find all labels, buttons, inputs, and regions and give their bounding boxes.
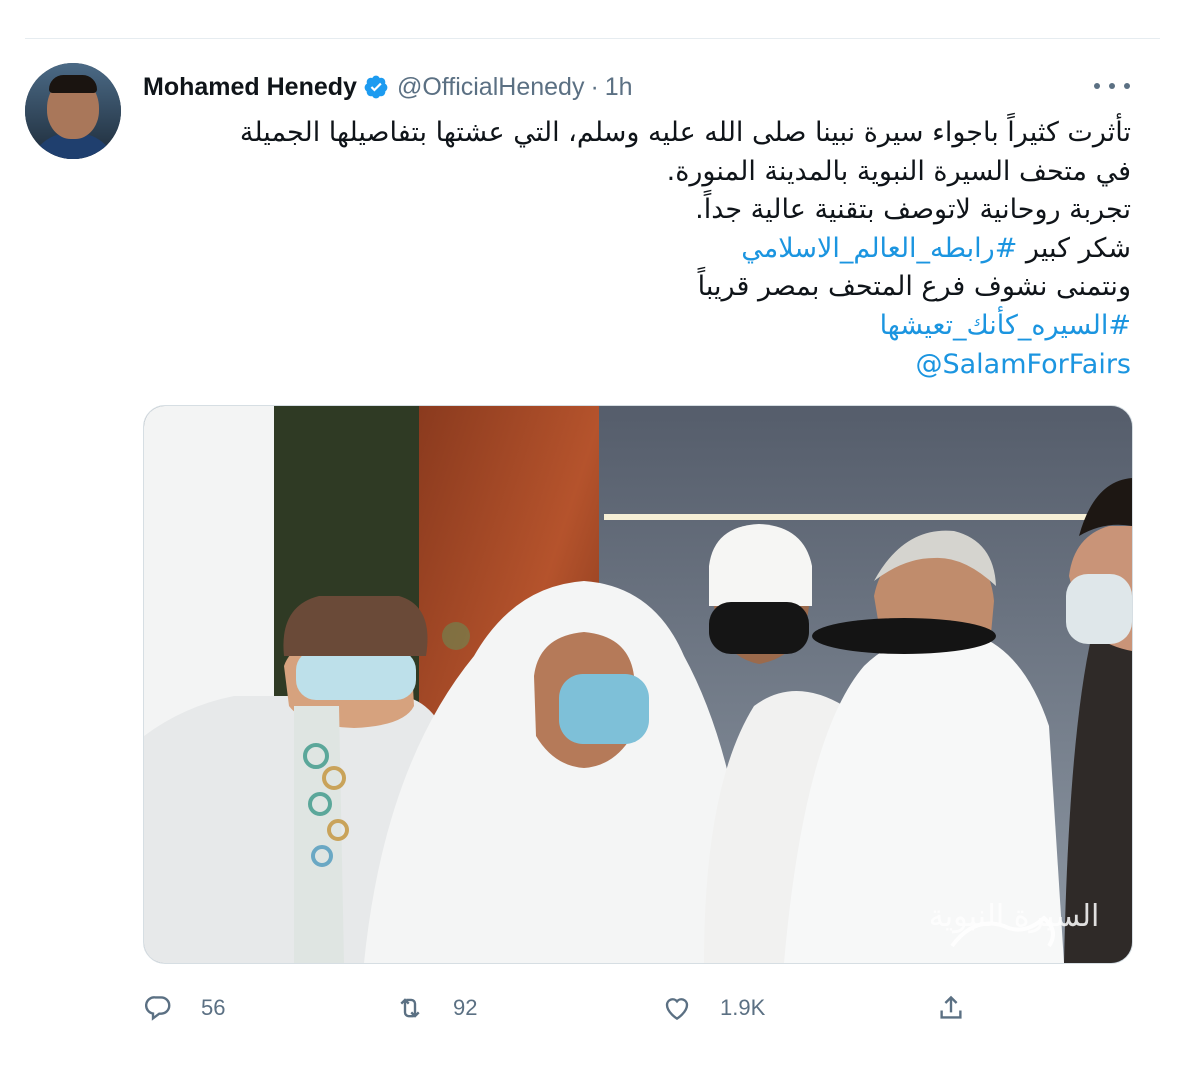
like-button[interactable]: 1.9K [662, 985, 765, 1031]
mention-link[interactable]: @SalamForFairs [916, 346, 1132, 385]
reply-icon [144, 996, 171, 1021]
share-button[interactable] [936, 985, 966, 1031]
author-handle[interactable]: @OfficialHenedy [397, 73, 585, 102]
tweet-text-line-7: @SalamForFairs [143, 346, 1132, 385]
reply-count: 56 [201, 995, 226, 1020]
retweet-button[interactable]: 92 [395, 985, 477, 1031]
tweet-header: Mohamed Henedy @OfficialHenedy · 1h [143, 69, 633, 105]
tweet-text-line-4: شكر كبير #رابطه_العالم_الاسلامي [143, 230, 1131, 269]
top-divider [25, 38, 1160, 39]
verified-badge-icon [363, 74, 389, 100]
tweet-text-line-3: تجربة روحانية لاتوصف بتقنية عالية جداً. [695, 194, 1131, 226]
tweet-text-line-2: في متحف السيرة النبوية بالمدينة المنورة. [666, 155, 1131, 187]
tweet-text: تأثرت كثيراً باجواء سيرة نبينا صلى الله … [143, 114, 1131, 384]
tweet-text-line-5: ونتمنى نشوف فرع المتحف بمصر قريباً [697, 271, 1131, 303]
photo-signature: السيرة النبوية [929, 899, 1100, 934]
hashtag-link-1[interactable]: #رابطه_العالم_الاسلامي [741, 233, 1017, 264]
share-icon [940, 995, 962, 1019]
retweet-count: 92 [453, 995, 478, 1020]
reply-button[interactable]: 56 [143, 985, 225, 1031]
thanks-text: شكر كبير [1017, 232, 1131, 264]
tweet-photo[interactable]: السيرة النبوية [143, 405, 1133, 964]
tweet-text-line-6: #السيره_كأنك_تعيشها [143, 307, 1131, 346]
hashtag-link-2[interactable]: #السيره_كأنك_تعيشها [880, 310, 1131, 341]
like-icon [665, 998, 689, 1021]
tweet-actions: 56 92 1.9K [143, 985, 1131, 1031]
like-count: 1.9K [720, 995, 766, 1020]
photo-scene: السيرة النبوية [144, 406, 1132, 963]
avatar[interactable] [25, 63, 121, 159]
more-icon[interactable] [1094, 76, 1130, 96]
separator-dot: · [590, 72, 599, 101]
retweet-icon [400, 998, 420, 1018]
tweet-timestamp[interactable]: 1h [605, 73, 633, 102]
display-name[interactable]: Mohamed Henedy [143, 73, 357, 102]
tweet-text-line-1: تأثرت كثيراً باجواء سيرة نبينا صلى الله … [239, 117, 1131, 148]
